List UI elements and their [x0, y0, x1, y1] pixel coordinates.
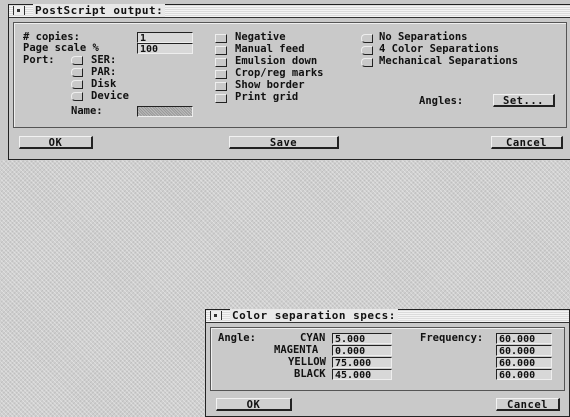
emulsion-down-checkbox[interactable]	[215, 58, 227, 67]
angle-label: Angle:	[218, 332, 256, 344]
close-box-icon[interactable]	[13, 6, 25, 15]
emulsion-down-label: Emulsion down	[235, 55, 318, 67]
cyan-angle-field[interactable]: 5.000	[332, 333, 392, 344]
four-color-separations-radio[interactable]	[361, 46, 373, 55]
manual-feed-checkbox[interactable]	[215, 46, 227, 55]
print-grid-checkbox[interactable]	[215, 94, 227, 103]
page-scale-label: Page scale %	[23, 42, 99, 54]
cyan-frequency-field[interactable]: 60.000	[496, 333, 552, 344]
port-disk-radio[interactable]	[71, 80, 83, 89]
manual-feed-label: Manual feed	[235, 43, 305, 55]
cancel-button[interactable]: Cancel	[496, 398, 560, 411]
yellow-frequency-field[interactable]: 60.000	[496, 357, 552, 368]
print-grid-label: Print grid	[235, 91, 299, 103]
ok-button[interactable]: OK	[216, 398, 292, 411]
negative-checkbox[interactable]	[215, 34, 227, 43]
show-border-label: Show border	[235, 79, 305, 91]
cancel-button[interactable]: Cancel	[491, 136, 563, 149]
four-color-separations-label: 4 Color Separations	[379, 43, 500, 55]
black-angle-field[interactable]: 45.000	[332, 369, 392, 380]
port-par-radio[interactable]	[71, 68, 83, 77]
frequency-label: Frequency:	[420, 332, 484, 344]
window-title: PostScript output:	[33, 4, 166, 17]
crop-reg-marks-label: Crop/reg marks	[235, 67, 324, 79]
crop-reg-marks-checkbox[interactable]	[215, 70, 227, 79]
angles-label: Angles:	[419, 95, 464, 107]
port-disk-label: Disk	[91, 78, 117, 90]
yellow-label: YELLOW	[288, 356, 326, 368]
show-border-checkbox[interactable]	[215, 82, 227, 91]
window-titlebar[interactable]: PostScript output:	[9, 4, 570, 18]
port-device-label: Device	[91, 90, 129, 102]
magenta-frequency-field[interactable]: 60.000	[496, 345, 552, 356]
cyan-label: CYAN	[300, 332, 326, 344]
magenta-label: MAGENTA	[274, 344, 319, 356]
port-label: Port:	[23, 54, 55, 66]
mechanical-separations-label: Mechanical Separations	[379, 55, 519, 67]
name-field[interactable]	[137, 106, 193, 117]
set-angles-button[interactable]: Set...	[493, 94, 555, 107]
yellow-angle-field[interactable]: 75.000	[332, 357, 392, 368]
port-par-label: PAR:	[91, 66, 117, 78]
no-separations-radio[interactable]	[361, 34, 373, 43]
window-title: Color separation specs:	[230, 309, 398, 322]
copies-field[interactable]: 1	[137, 32, 193, 43]
name-label: Name:	[71, 105, 103, 117]
negative-label: Negative	[235, 31, 286, 43]
postscript-output-window: PostScript output: # copies: 1 Page scal…	[8, 4, 570, 160]
mechanical-separations-radio[interactable]	[361, 58, 373, 67]
port-ser-radio[interactable]	[71, 56, 83, 65]
black-frequency-field[interactable]: 60.000	[496, 369, 552, 380]
no-separations-label: No Separations	[379, 31, 468, 43]
ok-button[interactable]: OK	[19, 136, 93, 149]
magenta-angle-field[interactable]: 0.000	[332, 345, 392, 356]
page-scale-field[interactable]: 100	[137, 43, 193, 54]
port-ser-label: SER:	[91, 54, 117, 66]
color-separation-window: Color separation specs: Angle: Frequency…	[205, 309, 570, 417]
port-device-radio[interactable]	[71, 92, 83, 101]
save-button[interactable]: Save	[229, 136, 339, 149]
window-titlebar[interactable]: Color separation specs:	[206, 309, 569, 323]
black-label: BLACK	[294, 368, 326, 380]
close-box-icon[interactable]	[210, 311, 222, 320]
